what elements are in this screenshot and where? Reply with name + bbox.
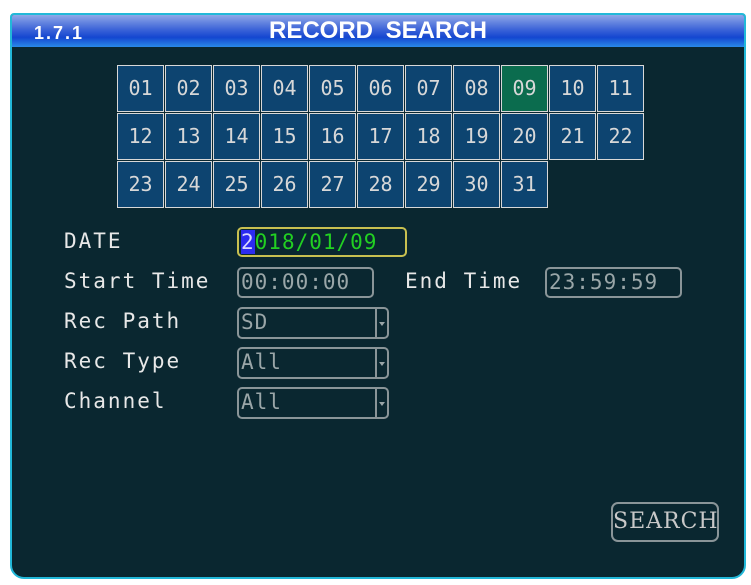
- date-value: 018/01/09: [254, 230, 378, 254]
- calendar-day-26[interactable]: 26: [261, 161, 308, 208]
- calendar-day-23[interactable]: 23: [117, 161, 164, 208]
- date-field[interactable]: 2018/01/09: [237, 227, 407, 257]
- title-bar: 1.7.1 RECORD SEARCH: [12, 15, 744, 47]
- calendar-day-29[interactable]: 29: [405, 161, 452, 208]
- calendar-day-16[interactable]: 16: [309, 113, 356, 160]
- calendar-day-05[interactable]: 05: [309, 65, 356, 112]
- search-button[interactable]: SEARCH: [611, 502, 719, 542]
- calendar-day-20[interactable]: 20: [501, 113, 548, 160]
- calendar-day-02[interactable]: 02: [165, 65, 212, 112]
- calendar-day-25[interactable]: 25: [213, 161, 260, 208]
- rec-type-dropdown[interactable]: All: [237, 347, 389, 379]
- channel-dropdown[interactable]: All: [237, 387, 389, 419]
- calendar-day-31[interactable]: 31: [501, 161, 548, 208]
- start-time-field[interactable]: 00:00:00: [237, 267, 374, 298]
- rec-type-value: All: [241, 350, 282, 374]
- calendar-day-19[interactable]: 19: [453, 113, 500, 160]
- calendar-day-04[interactable]: 04: [261, 65, 308, 112]
- rec-path-label: Rec Path: [64, 309, 182, 333]
- rec-path-value: SD: [241, 310, 269, 334]
- calendar-day-08[interactable]: 08: [453, 65, 500, 112]
- calendar-day-30[interactable]: 30: [453, 161, 500, 208]
- channel-label: Channel: [64, 389, 167, 413]
- chevron-down-icon[interactable]: [375, 349, 387, 377]
- rec-type-label: Rec Type: [64, 349, 182, 373]
- calendar-day-10[interactable]: 10: [549, 65, 596, 112]
- start-time-label: Start Time: [64, 269, 211, 293]
- calendar-day-12[interactable]: 12: [117, 113, 164, 160]
- calendar-day-21[interactable]: 21: [549, 113, 596, 160]
- date-label: DATE: [64, 229, 123, 253]
- calendar-day-14[interactable]: 14: [213, 113, 260, 160]
- rec-path-dropdown[interactable]: SD: [237, 307, 389, 339]
- calendar-day-06[interactable]: 06: [357, 65, 404, 112]
- date-cursor: 2: [241, 230, 255, 254]
- end-time-field[interactable]: 23:59:59: [545, 267, 682, 298]
- calendar-day-13[interactable]: 13: [165, 113, 212, 160]
- calendar-day-03[interactable]: 03: [213, 65, 260, 112]
- calendar-day-24[interactable]: 24: [165, 161, 212, 208]
- calendar-day-28[interactable]: 28: [357, 161, 404, 208]
- calendar-day-09[interactable]: 09: [501, 65, 548, 112]
- calendar-day-11[interactable]: 11: [597, 65, 644, 112]
- calendar-day-18[interactable]: 18: [405, 113, 452, 160]
- channel-value: All: [241, 390, 282, 414]
- calendar-day-17[interactable]: 17: [357, 113, 404, 160]
- chevron-down-icon[interactable]: [375, 309, 387, 337]
- calendar-day-22[interactable]: 22: [597, 113, 644, 160]
- calendar-day-27[interactable]: 27: [309, 161, 356, 208]
- end-time-label: End Time: [405, 269, 523, 293]
- record-search-window: 1.7.1 RECORD SEARCH 01 02 03 04 05 06 07 08 09 10…: [10, 13, 746, 579]
- page-title: RECORD SEARCH: [268, 17, 487, 44]
- calendar-day-15[interactable]: 15: [261, 113, 308, 160]
- calendar-day-01[interactable]: 01: [117, 65, 164, 112]
- calendar-day-07[interactable]: 07: [405, 65, 452, 112]
- chevron-down-icon[interactable]: [375, 389, 387, 417]
